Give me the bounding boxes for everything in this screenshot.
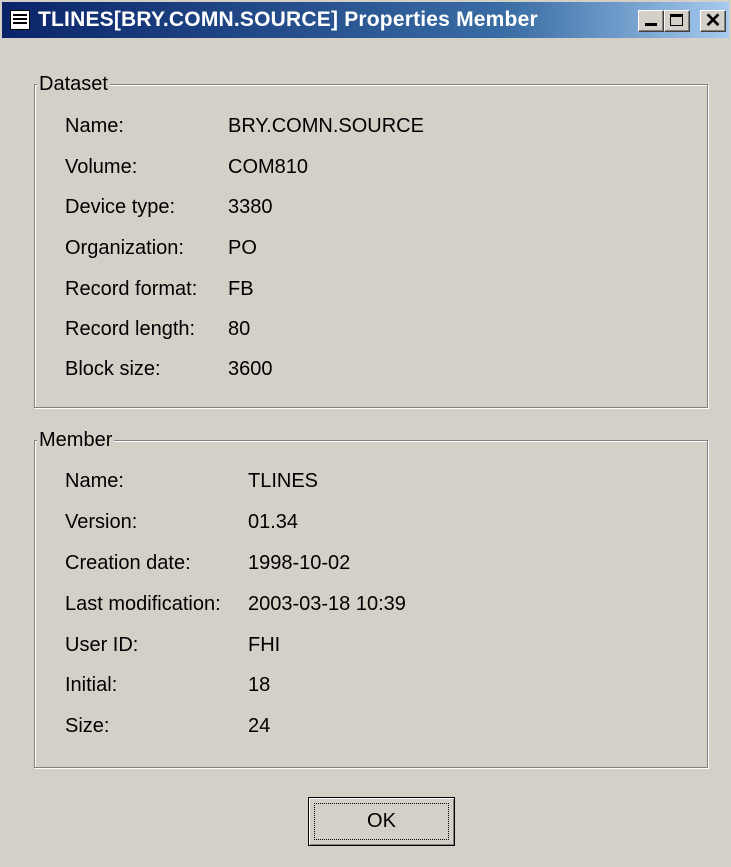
member-version-label: Version: xyxy=(65,511,138,533)
dataset-device-type-value: 3380 xyxy=(228,196,273,218)
dataset-device-type-label: Device type: xyxy=(65,196,176,218)
member-user-id-value: FHI xyxy=(248,634,281,656)
member-size-label: Size: xyxy=(65,715,110,737)
maximize-icon xyxy=(670,14,683,26)
dataset-legend: Dataset xyxy=(37,72,110,96)
ok-button-label: OK xyxy=(314,803,449,840)
member-last-modification-value: 2003-03-18 10:39 xyxy=(248,593,406,615)
member-user-id-label: User ID: xyxy=(65,634,139,656)
minimize-icon xyxy=(645,23,657,26)
member-creation-date-value: 1998-10-02 xyxy=(248,552,351,574)
ok-button[interactable]: OK xyxy=(308,797,455,846)
member-size-value: 24 xyxy=(248,715,271,737)
dataset-organization-label: Organization: xyxy=(65,237,184,259)
member-legend: Member xyxy=(37,428,115,452)
dataset-name-value: BRY.COMN.SOURCE xyxy=(228,115,424,137)
member-version-value: 01.34 xyxy=(248,511,299,533)
dataset-name-label: Name: xyxy=(65,115,124,137)
member-last-modification-label: Last modification: xyxy=(65,593,221,615)
dataset-block-size-label: Block size: xyxy=(65,358,161,380)
member-name-label: Name: xyxy=(65,470,124,492)
title-bar[interactable]: TLINES[BRY.COMN.SOURCE] Properties Membe… xyxy=(2,2,729,38)
member-initial-label: Initial: xyxy=(65,674,118,696)
dataset-volume-label: Volume: xyxy=(65,156,138,178)
properties-dialog: TLINES[BRY.COMN.SOURCE] Properties Membe… xyxy=(0,0,731,867)
close-icon: ✕ xyxy=(704,10,722,32)
maximize-button[interactable] xyxy=(664,10,690,32)
member-name-value: TLINES xyxy=(248,470,319,492)
window-title: TLINES[BRY.COMN.SOURCE] Properties Membe… xyxy=(38,8,538,31)
member-initial-value: 18 xyxy=(248,674,271,696)
dataset-block-size-value: 3600 xyxy=(228,358,273,380)
dataset-record-length-value: 80 xyxy=(228,318,251,340)
dataset-record-format-value: FB xyxy=(228,278,254,300)
dataset-record-format-label: Record format: xyxy=(65,278,198,300)
member-creation-date-label: Creation date: xyxy=(65,552,191,574)
close-button[interactable]: ✕ xyxy=(700,10,726,32)
dataset-volume-value: COM810 xyxy=(228,156,309,178)
dataset-organization-value: PO xyxy=(228,237,257,259)
dataset-record-length-label: Record length: xyxy=(65,318,196,340)
minimize-button[interactable] xyxy=(638,10,664,32)
properties-icon[interactable] xyxy=(10,10,30,30)
